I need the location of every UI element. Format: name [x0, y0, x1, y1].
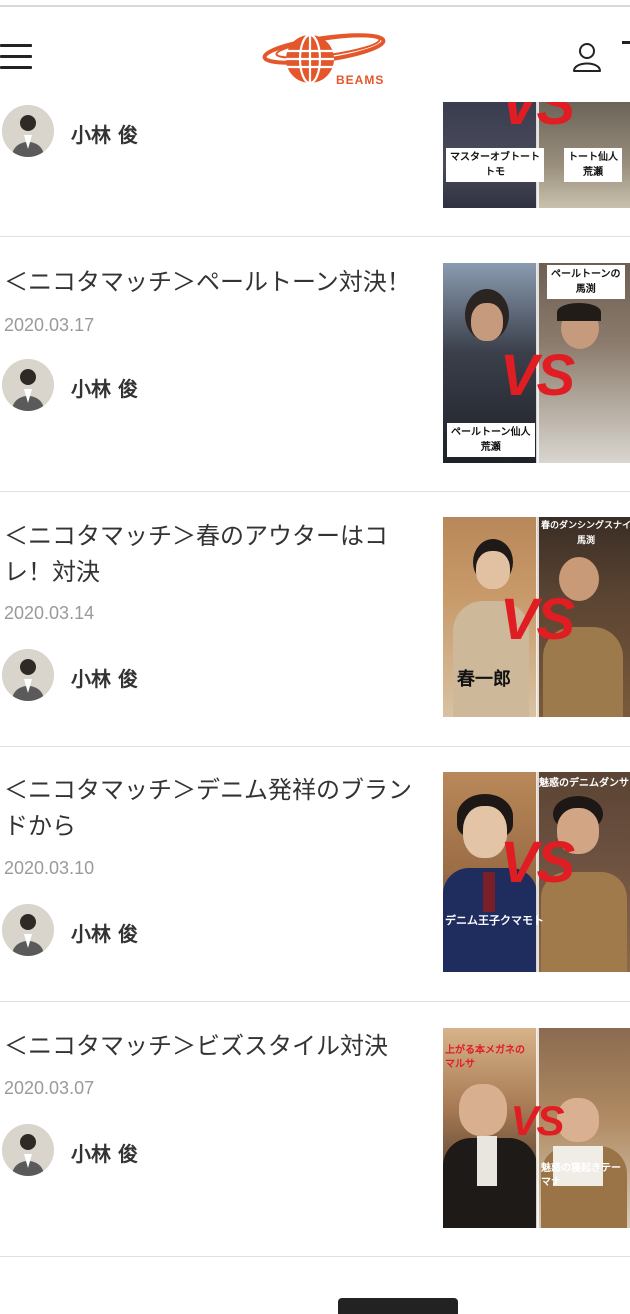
- thumbnail-caption-right: トート仙人 荒瀬: [564, 148, 622, 182]
- article-date: 2020.03.14: [4, 603, 95, 623]
- article-item[interactable]: ＜ニコタマッチ＞デニム発祥のブランドから 2020.03.10 小林 俊 VS …: [0, 747, 630, 1002]
- vs-label: VS: [499, 587, 575, 652]
- more-button[interactable]: [338, 1298, 458, 1314]
- article-date: 2020.03.17: [4, 315, 95, 335]
- article-thumbnail[interactable]: VS デニム王子クマモト 魅惑のデニムダンサ: [443, 772, 630, 972]
- article-thumbnail[interactable]: VS マスターオブトート トモ トート仙人 荒瀬: [443, 102, 630, 208]
- article-thumbnail[interactable]: VS 上がる本メガネの マルサ 魅惑の寝起きテー マナ: [443, 1028, 630, 1228]
- thumbnail-caption-right: ペールトーンの 馬渕: [547, 265, 625, 299]
- article-date: 2020.03.10: [4, 858, 95, 878]
- vs-label: VS: [499, 343, 575, 408]
- thumbnail-caption-left: 春一郎: [457, 669, 511, 690]
- beams-logo[interactable]: BEAMS: [258, 27, 390, 91]
- article-item[interactable]: ＜ニコタマッチ＞ビズスタイル対決 2020.03.07 小林 俊 VS 上がる本…: [0, 1002, 630, 1257]
- thumbnail-caption-right: 春のダンシングスナイ 馬渕: [541, 521, 630, 546]
- author-name: 小林 俊: [71, 123, 138, 147]
- author[interactable]: 小林 俊: [2, 1124, 202, 1176]
- site-header: BEAMS: [0, 7, 630, 102]
- thumbnail-caption-right: 魅惑のデニムダンサ: [539, 778, 629, 789]
- author[interactable]: 小林 俊: [2, 649, 202, 701]
- logo-text: BEAMS: [336, 73, 385, 87]
- vs-label: VS: [510, 1097, 564, 1144]
- thumbnail-caption-right: 魅惑の寝起きテー マナ: [541, 1163, 621, 1188]
- author[interactable]: 小林 俊: [2, 904, 202, 956]
- article-title[interactable]: ＜ニコタマッチ＞ビズスタイル対決: [4, 1028, 414, 1064]
- article-thumbnail[interactable]: VS 春一郎 春のダンシングスナイ 馬渕: [443, 517, 630, 717]
- avatar: [2, 359, 54, 411]
- thumbnail-caption-left: 上がる本メガネの マルサ: [445, 1045, 525, 1070]
- author[interactable]: 小林 俊: [2, 105, 202, 157]
- thumbnail-caption-left: デニム王子クマモト: [445, 914, 544, 927]
- author-name: 小林 俊: [71, 1142, 138, 1166]
- thumbnail-caption-left: マスターオブトート トモ: [446, 148, 544, 182]
- avatar: [2, 649, 54, 701]
- author-name: 小林 俊: [71, 922, 138, 946]
- article-date: 2020.03.07: [4, 1078, 95, 1098]
- avatar: [2, 105, 54, 157]
- author-name: 小林 俊: [71, 377, 138, 401]
- article-thumbnail[interactable]: VS ペールトーン仙人 荒瀬 ペールトーンの 馬渕: [443, 263, 630, 463]
- vs-label: VS: [499, 830, 575, 895]
- article-item[interactable]: 小林 俊 VS マスターオブトート トモ トート仙人 荒瀬: [0, 102, 630, 237]
- user-icon[interactable]: [571, 41, 603, 73]
- article-item[interactable]: ＜ニコタマッチ＞ペールトーン対決！ 2020.03.17 小林 俊 VS ペール…: [0, 237, 630, 492]
- cut-off-icon[interactable]: [622, 41, 630, 44]
- thumbnail-caption-left: ペールトーン仙人 荒瀬: [447, 423, 535, 457]
- avatar: [2, 1124, 54, 1176]
- article-item[interactable]: ＜ニコタマッチ＞春のアウターはコレ！対決 2020.03.14 小林 俊 VS …: [0, 492, 630, 747]
- article-title[interactable]: ＜ニコタマッチ＞ペールトーン対決！: [4, 264, 414, 300]
- menu-icon[interactable]: [0, 44, 34, 72]
- page: BEAMS 小林 俊 VS マスターオブトート トモ トート仙人 荒瀬 ＜ニコタ…: [0, 0, 630, 1314]
- author[interactable]: 小林 俊: [2, 359, 202, 411]
- article-title[interactable]: ＜ニコタマッチ＞春のアウターはコレ！対決: [4, 518, 414, 590]
- vs-label: VS: [499, 102, 575, 137]
- avatar: [2, 904, 54, 956]
- article-title[interactable]: ＜ニコタマッチ＞デニム発祥のブランドから: [4, 772, 414, 844]
- author-name: 小林 俊: [71, 667, 138, 691]
